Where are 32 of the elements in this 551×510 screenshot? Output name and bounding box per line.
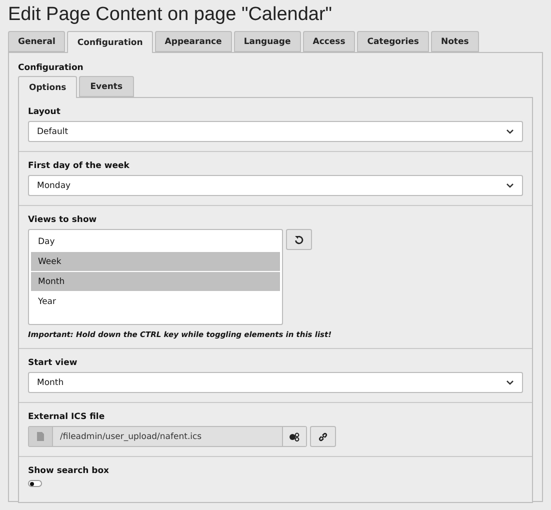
list-option[interactable]: Month bbox=[31, 272, 280, 291]
field-label: Layout bbox=[28, 107, 62, 117]
select-field[interactable]: Monday bbox=[28, 175, 523, 196]
field-label: Views to show bbox=[28, 215, 98, 225]
reset-button[interactable] bbox=[286, 229, 312, 250]
tab[interactable]: Appearance bbox=[154, 31, 232, 52]
field-label: Start view bbox=[28, 358, 78, 368]
select-field[interactable]: Month bbox=[28, 372, 523, 393]
undo-icon bbox=[294, 234, 304, 244]
tab[interactable]: General bbox=[8, 31, 66, 52]
tab[interactable]: Events bbox=[79, 76, 134, 97]
field-label: External ICS file bbox=[28, 412, 106, 422]
tab[interactable]: Access bbox=[302, 31, 356, 52]
list-option[interactable]: Year bbox=[31, 292, 280, 311]
list-box[interactable]: Day Week Month Year bbox=[28, 229, 283, 325]
toggle-switch[interactable] bbox=[28, 480, 42, 487]
chevron-icon bbox=[506, 183, 514, 188]
link-button[interactable] bbox=[310, 426, 336, 447]
field-label: Show search box bbox=[28, 466, 110, 476]
tab[interactable]: Categories bbox=[357, 31, 429, 52]
chevron-icon bbox=[506, 129, 514, 134]
tab[interactable]: Options bbox=[18, 76, 78, 98]
section-title: Configuration bbox=[18, 63, 84, 73]
chevron-icon bbox=[506, 380, 514, 385]
list-option[interactable]: Day bbox=[31, 232, 280, 251]
list-option[interactable]: Week bbox=[31, 252, 280, 271]
tab[interactable]: Language bbox=[234, 31, 301, 52]
select-field[interactable]: Default bbox=[28, 121, 523, 142]
tab[interactable]: Configuration bbox=[67, 31, 153, 53]
tab[interactable]: Notes bbox=[430, 31, 479, 52]
page-title: Edit Page Content on page "Calendar" bbox=[8, 4, 334, 26]
field-label: First day of the week bbox=[28, 161, 130, 171]
